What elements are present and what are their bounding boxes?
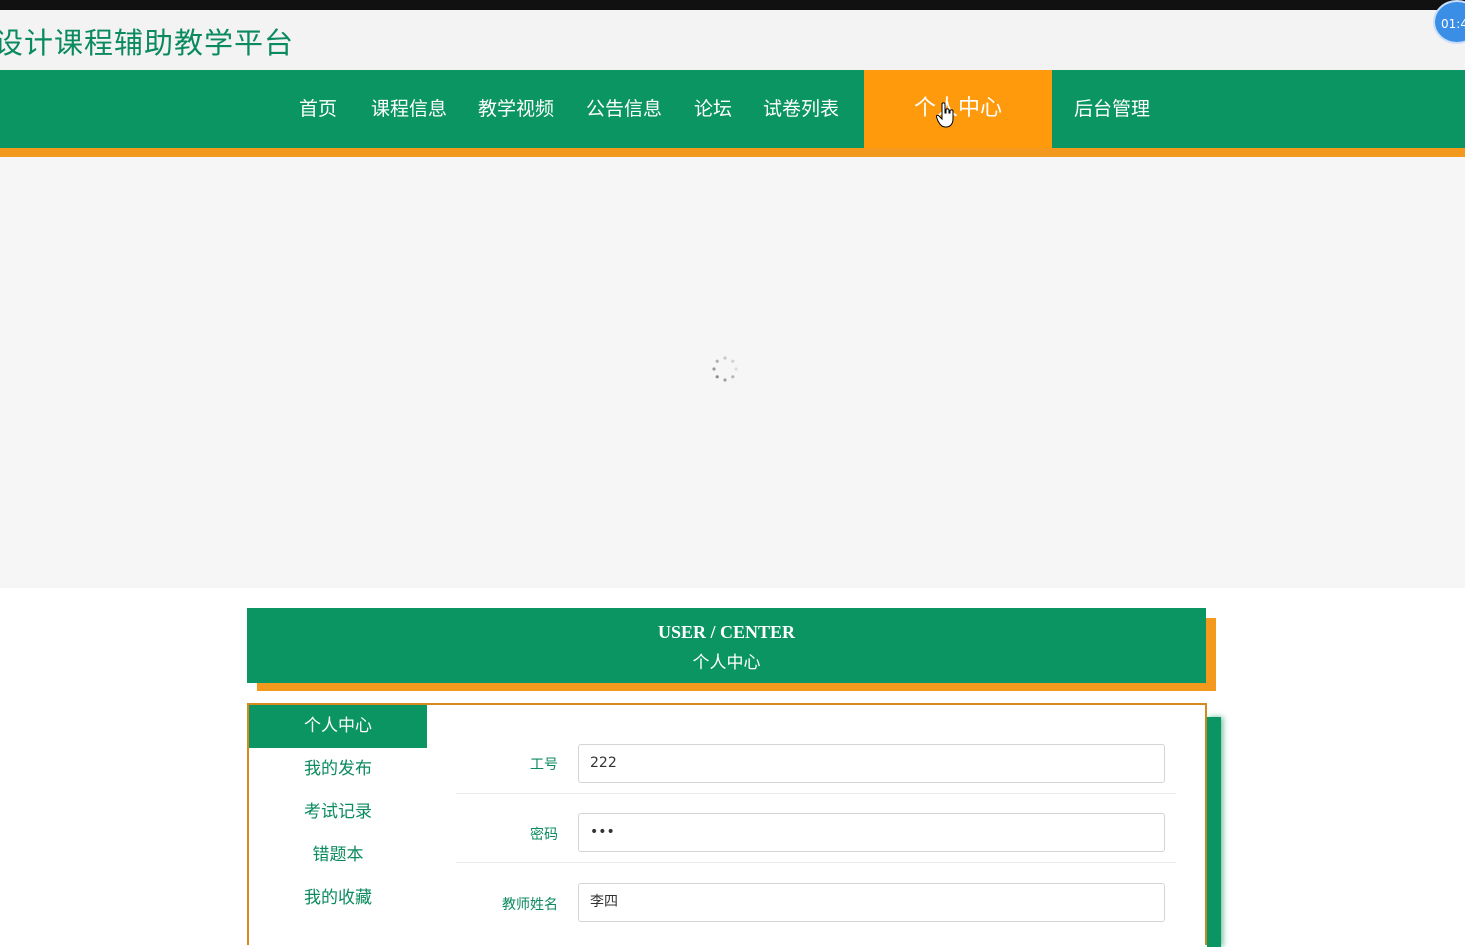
password-label: 密码 <box>530 827 558 843</box>
teacher-name-label: 教师姓名 <box>502 897 558 913</box>
user-center-banner: USER / CENTER 个人中心 <box>247 608 1206 683</box>
form-divider <box>456 862 1176 863</box>
site-header: 设计课程辅助教学平台 <box>0 10 1465 70</box>
nav-item-course-info[interactable]: 课程信息 <box>371 70 447 148</box>
sidebar-item-exam-records[interactable]: 考试记录 <box>249 791 427 834</box>
sidebar-item-user-center[interactable]: 个人中心 <box>249 705 427 748</box>
user-sidebar: 个人中心 我的发布 考试记录 错题本 我的收藏 <box>247 703 429 945</box>
main-nav: 首页 课程信息 教学视频 公告信息 论坛 试卷列表 个人中心 后台管理 <box>0 70 1465 148</box>
profile-panel-shadow <box>1207 717 1221 947</box>
loading-spinner-icon <box>712 356 738 382</box>
employee-id-label: 工号 <box>530 757 558 773</box>
window-top-bar <box>0 0 1465 10</box>
sidebar-item-my-favorites[interactable]: 我的收藏 <box>249 877 427 920</box>
nav-item-home[interactable]: 首页 <box>299 70 337 148</box>
teacher-name-input[interactable]: 李四 <box>578 883 1165 922</box>
employee-id-input[interactable]: 222 <box>578 744 1165 783</box>
hand-cursor-icon <box>936 102 954 128</box>
sidebar-item-wrong-questions[interactable]: 错题本 <box>249 834 427 877</box>
user-center-title-en: USER / CENTER <box>657 622 796 642</box>
nav-item-teaching-video[interactable]: 教学视频 <box>478 70 554 148</box>
nav-item-admin[interactable]: 后台管理 <box>1074 70 1150 148</box>
nav-item-forum[interactable]: 论坛 <box>694 70 732 148</box>
nav-item-announcements[interactable]: 公告信息 <box>586 70 662 148</box>
nav-item-user-center[interactable]: 个人中心 <box>864 70 1052 148</box>
password-input[interactable]: ••• <box>578 813 1165 852</box>
sidebar-item-my-posts[interactable]: 我的发布 <box>249 748 427 791</box>
nav-accent-stripe <box>0 148 1465 157</box>
site-title: 设计课程辅助教学平台 <box>0 26 295 60</box>
nav-item-exam-list[interactable]: 试卷列表 <box>763 70 839 148</box>
user-center-title-cn: 个人中心 <box>692 653 761 673</box>
form-divider <box>456 793 1176 794</box>
